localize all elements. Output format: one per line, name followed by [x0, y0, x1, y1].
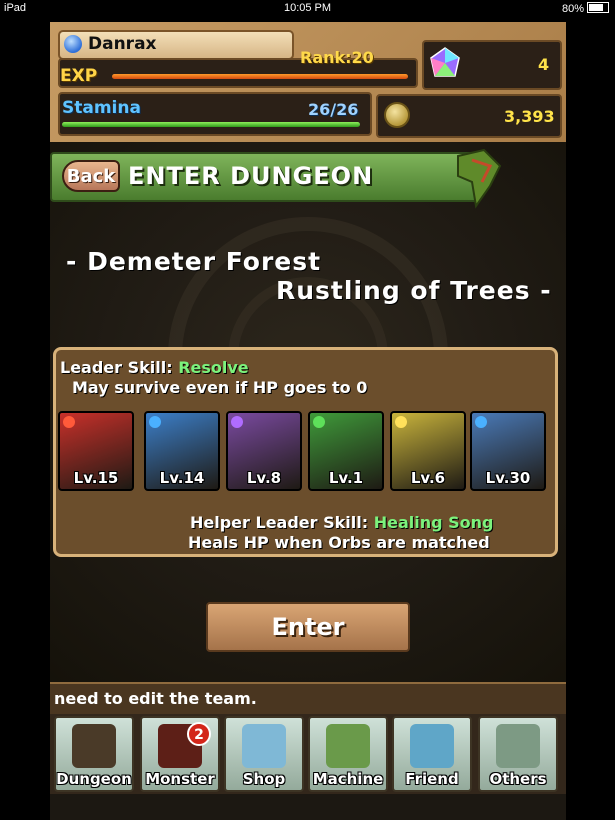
stamina-value: 26/26 [308, 100, 359, 119]
tip-text: need to edit the team. [54, 689, 257, 708]
nav-others-button[interactable]: Others [478, 716, 558, 792]
member-level: Lv.6 [410, 469, 446, 487]
game-screen: Danrax Rank:20 EXP Stamina 26/26 4 3,393… [50, 22, 566, 820]
stamina-label: Stamina [62, 98, 141, 118]
nav-friend-button[interactable]: Friend [392, 716, 472, 792]
nav-label: Dungeon [56, 770, 132, 788]
helper-skill-label: Helper Leader Skill: [190, 513, 369, 532]
wood-attribute-icon [313, 416, 325, 428]
leader-skill-line: Leader Skill: Resolve [60, 358, 249, 377]
dark-attribute-icon [231, 416, 243, 428]
water-orb-icon [64, 35, 82, 53]
coin-icon [384, 102, 410, 128]
member-level: Lv.1 [328, 469, 364, 487]
screen-title: ENTER DUNGEON [128, 162, 374, 190]
ios-status-bar: iPad 10:05 PM 80% [0, 0, 615, 18]
water-attribute-icon [149, 416, 161, 428]
stamina-progress-bar [62, 122, 360, 127]
player-hud: Danrax Rank:20 EXP Stamina 26/26 4 3,393 [50, 22, 566, 142]
member-level: Lv.8 [246, 469, 282, 487]
light-attribute-icon [395, 416, 407, 428]
nav-shop-button[interactable]: Shop [224, 716, 304, 792]
battery-percent: 80% [561, 3, 584, 15]
gem-icon [242, 724, 286, 768]
helper-skill-line: Helper Leader Skill: Healing Song [190, 513, 493, 532]
exp-label: EXP [60, 66, 98, 86]
nav-label: Machine [312, 770, 384, 788]
nav-label: Shop [242, 770, 286, 788]
fire-attribute-icon [63, 416, 75, 428]
dungeon-gate-icon [72, 724, 116, 768]
tip-ticker: need to edit the team. [50, 682, 566, 714]
water-attribute-icon [475, 416, 487, 428]
bottom-strip [50, 794, 566, 820]
leader-skill-description: May survive even if HP goes to 0 [72, 378, 368, 397]
nav-label: Friend [405, 770, 459, 788]
player-name-box: Danrax [58, 30, 294, 60]
dungeon-name: - Demeter Forest [66, 247, 322, 276]
team-member-slot[interactable]: Lv.6 [390, 411, 466, 491]
member-level: Lv.14 [159, 469, 205, 487]
back-button[interactable]: Back [62, 160, 120, 192]
dragon-wing-icon [457, 148, 502, 209]
helper-skill-description: Heals HP when Orbs are matched [188, 533, 490, 552]
helper-skill-name: Healing Song [373, 513, 494, 532]
exp-progress-bar [112, 74, 408, 79]
egg-icon [326, 724, 370, 768]
dungeon-stage-name: Rustling of Trees - [276, 276, 552, 305]
leader-skill-label: Leader Skill: [60, 358, 173, 377]
player-name: Danrax [88, 34, 157, 54]
member-level: Lv.15 [73, 469, 119, 487]
friends-icon [410, 724, 454, 768]
nav-dungeon-button[interactable]: Dungeon [54, 716, 134, 792]
coin-count: 3,393 [504, 107, 555, 126]
team-member-slot[interactable]: Lv.14 [144, 411, 220, 491]
nav-machine-button[interactable]: Machine [308, 716, 388, 792]
team-member-slot[interactable]: Lv.30 [470, 411, 546, 491]
member-level: Lv.30 [485, 469, 531, 487]
question-icon [496, 724, 540, 768]
player-rank: Rank:20 [300, 48, 374, 67]
enter-button[interactable]: Enter [206, 602, 410, 652]
battery-indicator: 80% [562, 2, 609, 15]
battery-icon [587, 2, 609, 13]
clock: 10:05 PM [283, 2, 332, 14]
team-member-slot[interactable]: Lv.8 [226, 411, 302, 491]
nav-label: Monster [145, 770, 215, 788]
nav-label: Others [489, 770, 547, 788]
magic-stone-count: 4 [538, 55, 550, 74]
monster-badge: 2 [187, 722, 211, 746]
team-member-slot[interactable]: Lv.15 [58, 411, 134, 491]
magic-stone-icon [430, 47, 460, 77]
leader-skill-name: Resolve [178, 358, 249, 377]
team-member-slot[interactable]: Lv.1 [308, 411, 384, 491]
